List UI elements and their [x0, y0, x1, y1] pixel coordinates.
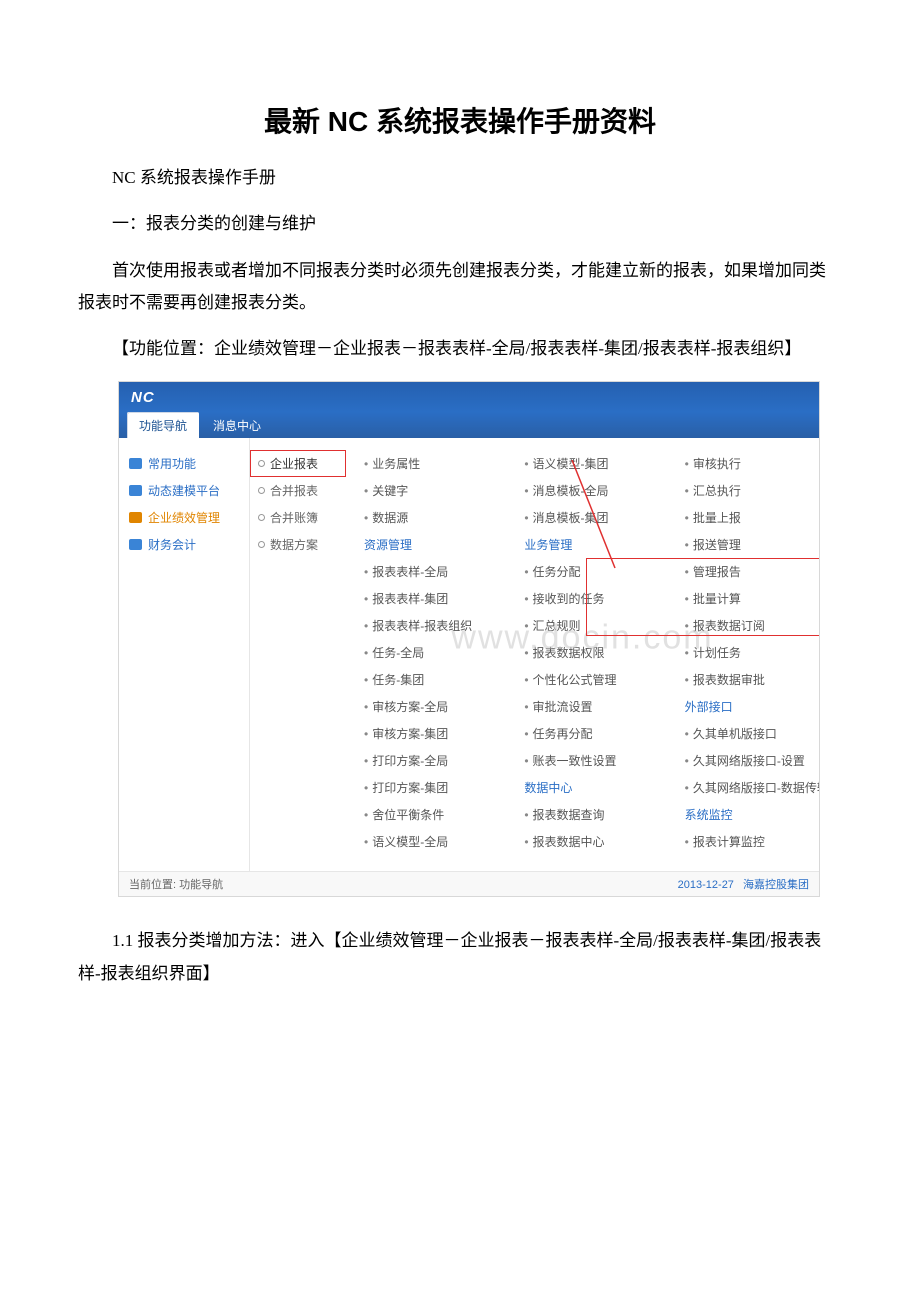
menu-link[interactable]: 汇总规则: [524, 612, 650, 639]
leftnav-finance[interactable]: 财务会计: [129, 531, 249, 558]
subnav-consol-report[interactable]: 合并报表: [250, 477, 346, 504]
menu-heading: 资源管理: [364, 531, 490, 558]
leftnav-performance[interactable]: 企业绩效管理: [129, 504, 249, 531]
left-nav: 常用功能 动态建模平台 企业绩效管理 财务会计: [119, 438, 250, 871]
menu-link[interactable]: 管理报告: [685, 558, 811, 585]
menu-link[interactable]: 久其单机版接口: [685, 720, 811, 747]
menu-link[interactable]: 审批流设置: [524, 693, 650, 720]
doc-title: 最新 NC 系统报表操作手册资料: [78, 100, 842, 140]
menu-columns: www.docin.com 业务属性 关键字 数据源 资源管理 报表表样-全局 …: [346, 438, 819, 871]
leftnav-modeling[interactable]: 动态建模平台: [129, 477, 249, 504]
paragraph-section-1-1: 1.1 报表分类增加方法：进入【企业绩效管理－企业报表－报表表样-全局/报表表样…: [78, 925, 842, 990]
menu-col-1: 业务属性 关键字 数据源 资源管理 报表表样-全局 报表表样-集团 报表表样-报…: [364, 450, 490, 855]
paragraph-intro-1: NC 系统报表操作手册: [78, 162, 842, 194]
footer-date: 2013-12-27: [678, 879, 734, 891]
cube-icon: [129, 485, 142, 496]
menu-heading: 业务管理: [524, 531, 650, 558]
menu-link[interactable]: 汇总执行: [685, 477, 811, 504]
report-icon: [129, 512, 142, 523]
menu-link[interactable]: 报表表样-全局: [364, 558, 490, 585]
menu-link[interactable]: 语义模型-集团: [524, 450, 650, 477]
paragraph-section-1: 一：报表分类的创建与维护: [78, 208, 842, 240]
menu-heading: 数据中心: [524, 774, 650, 801]
menu-link[interactable]: 报表计算监控: [685, 828, 811, 855]
menu-heading: 系统监控: [685, 801, 811, 828]
menu-link[interactable]: 任务再分配: [524, 720, 650, 747]
menu-link[interactable]: 报表数据审批: [685, 666, 811, 693]
menu-link[interactable]: 报表表样-集团: [364, 585, 490, 612]
tab-function-nav[interactable]: 功能导航: [127, 412, 199, 438]
tab-message-center[interactable]: 消息中心: [201, 412, 273, 438]
nc-logo: NC: [131, 389, 155, 406]
menu-link[interactable]: 报表数据中心: [524, 828, 650, 855]
paragraph-body-1: 首次使用报表或者增加不同报表分类时必须先创建报表分类，才能建立新的报表，如果增加…: [78, 255, 842, 320]
menu-link[interactable]: 久其网络版接口-数据传输: [685, 774, 811, 801]
subnav-enterprise-report[interactable]: 企业报表: [250, 450, 346, 477]
menu-link[interactable]: 批量计算: [685, 585, 811, 612]
menu-link[interactable]: 语义模型-全局: [364, 828, 490, 855]
menu-link[interactable]: 个性化公式管理: [524, 666, 650, 693]
footer-org: 海嘉控股集团: [743, 879, 809, 891]
menu-link[interactable]: 消息模板-集团: [524, 504, 650, 531]
status-bar: 当前位置: 功能导航 2013-12-27 海嘉控股集团: [119, 871, 819, 896]
menu-link[interactable]: 报表表样-报表组织: [364, 612, 490, 639]
menu-link[interactable]: 打印方案-集团: [364, 774, 490, 801]
menu-link[interactable]: 久其网络版接口-设置: [685, 747, 811, 774]
menu-heading: 外部接口: [685, 693, 811, 720]
subnav-data-scheme[interactable]: 数据方案: [250, 531, 346, 558]
menu-link[interactable]: 计划任务: [685, 639, 811, 666]
app-header: NC: [119, 382, 819, 412]
menu-link[interactable]: 批量上报: [685, 504, 811, 531]
menu-link[interactable]: 打印方案-全局: [364, 747, 490, 774]
embedded-screenshot: NC 功能导航 消息中心 常用功能 动态建模平台 企业绩效管理: [118, 381, 820, 897]
book-icon: [129, 539, 142, 550]
breadcrumb: 当前位置: 功能导航: [129, 876, 223, 892]
menu-link[interactable]: 审核方案-全局: [364, 693, 490, 720]
menu-col-2: 语义模型-集团 消息模板-全局 消息模板-集团 业务管理 任务分配 接收到的任务…: [524, 450, 650, 855]
menu-link[interactable]: 任务-集团: [364, 666, 490, 693]
menu-link[interactable]: 消息模板-全局: [524, 477, 650, 504]
menu-link[interactable]: 接收到的任务: [524, 585, 650, 612]
menu-link[interactable]: 账表一致性设置: [524, 747, 650, 774]
menu-link[interactable]: 业务属性: [364, 450, 490, 477]
leftnav-label: 企业绩效管理: [148, 509, 220, 526]
menu-link[interactable]: 任务-全局: [364, 639, 490, 666]
menu-link[interactable]: 审核方案-集团: [364, 720, 490, 747]
menu-link[interactable]: 任务分配: [524, 558, 650, 585]
leftnav-label: 常用功能: [148, 455, 196, 472]
menu-link[interactable]: 审核执行: [685, 450, 811, 477]
menu-link[interactable]: 报表数据权限: [524, 639, 650, 666]
menu-link[interactable]: 报送管理: [685, 531, 811, 558]
menu-link[interactable]: 关键字: [364, 477, 490, 504]
sub-nav: 企业报表 合并报表 合并账簿 数据方案: [250, 438, 346, 871]
menu-link[interactable]: 舍位平衡条件: [364, 801, 490, 828]
menu-col-3: 审核执行 汇总执行 批量上报 报送管理 管理报告 批量计算 报表数据订阅 计划任…: [685, 450, 811, 855]
menu-link[interactable]: 数据源: [364, 504, 490, 531]
subnav-consol-ledger[interactable]: 合并账簿: [250, 504, 346, 531]
app-body: 常用功能 动态建模平台 企业绩效管理 财务会计 企业报表 合并报表 合: [119, 438, 819, 871]
status-right: 2013-12-27 海嘉控股集团: [672, 876, 809, 892]
leftnav-common[interactable]: 常用功能: [129, 450, 249, 477]
leftnav-label: 动态建模平台: [148, 482, 220, 499]
menu-link[interactable]: 报表数据订阅: [685, 612, 811, 639]
leftnav-label: 财务会计: [148, 536, 196, 553]
tab-bar: 功能导航 消息中心: [119, 412, 819, 438]
menu-link[interactable]: 报表数据查询: [524, 801, 650, 828]
paragraph-body-2: 【功能位置：企业绩效管理－企业报表－报表表样-全局/报表表样-集团/报表表样-报…: [78, 333, 842, 365]
monitor-icon: [129, 458, 142, 469]
